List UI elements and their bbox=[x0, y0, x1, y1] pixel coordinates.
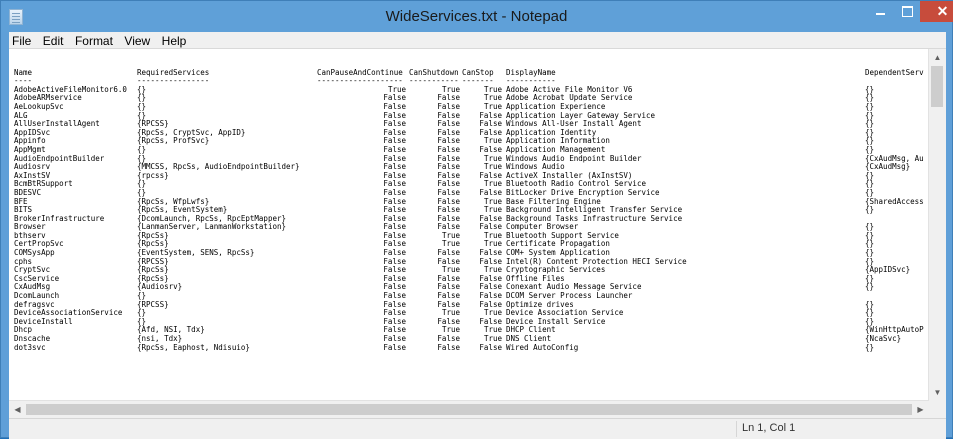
scroll-right-arrow-icon[interactable]: ▶ bbox=[912, 401, 929, 418]
horizontal-scroll-thumb[interactable] bbox=[26, 404, 912, 415]
cell-display-name: Wired AutoConfig bbox=[506, 342, 579, 352]
table-row: BcmBtRSupport{} False False True Bluetooth R… bbox=[14, 180, 924, 189]
scroll-left-arrow-icon[interactable]: ◀ bbox=[9, 401, 26, 418]
cell-required-services: ---------------- bbox=[137, 76, 210, 86]
cell-can-stop: False bbox=[479, 342, 502, 352]
horizontal-scrollbar[interactable]: ◀ ▶ bbox=[9, 400, 929, 418]
text-content[interactable]: Name RequiredServices CanPauseAndContinue C… bbox=[14, 60, 924, 401]
vertical-scrollbar[interactable]: ▲ ▼ bbox=[928, 49, 946, 401]
maximize-button[interactable] bbox=[894, 1, 920, 22]
text-editor[interactable]: Name RequiredServices CanPauseAndContinue C… bbox=[9, 48, 946, 418]
underline-line: ---- ---------------- ------------------- -… bbox=[14, 77, 924, 86]
cell-can-shutdown: False bbox=[437, 342, 460, 352]
cell-required-services: {RpcSs, ProfSvc} bbox=[137, 136, 210, 146]
menu-edit[interactable]: Edit bbox=[40, 33, 67, 49]
table-row: dot3svc {RpcSs, Eaphost, Ndisuio} False Fal… bbox=[14, 342, 924, 353]
vertical-scroll-thumb[interactable] bbox=[931, 66, 943, 107]
menu-bar: File Edit Format View Help bbox=[9, 32, 946, 48]
status-divider bbox=[736, 421, 737, 437]
table-row: AdobeARMservice{} False False True Adobe Acr… bbox=[14, 94, 924, 103]
cursor-position: Ln 1, Col 1 bbox=[742, 422, 796, 434]
table-row: AeLookupSvc{} False False True Application E… bbox=[14, 102, 924, 112]
table-row: AppMgmt{} False False False Application Mana… bbox=[14, 145, 924, 155]
minimize-button[interactable] bbox=[867, 1, 894, 22]
cell-dependent-services: {} bbox=[865, 282, 875, 292]
cell-required-services: {RpcSs, Eaphost, Ndisuio} bbox=[137, 342, 250, 352]
cell-dependent-services: {} bbox=[865, 342, 875, 352]
menu-format[interactable]: Format bbox=[72, 33, 116, 49]
table-row: DeviceAssociationService{} False True True D… bbox=[14, 309, 924, 318]
window-title: WideServices.txt - Notepad bbox=[385, 8, 568, 25]
menu-help[interactable]: Help bbox=[159, 33, 190, 49]
table-row: AdobeActiveFileMonitor6.0{} True True True A… bbox=[14, 85, 924, 95]
menu-file[interactable]: File bbox=[9, 33, 34, 49]
scroll-down-arrow-icon[interactable]: ▼ bbox=[929, 384, 946, 401]
cell-dependent-services: {} bbox=[865, 205, 875, 215]
menu-view[interactable]: View bbox=[121, 33, 153, 49]
table-row: CxAudMsg {Audiosrv} False False False Conexan… bbox=[14, 283, 924, 292]
scrollbar-corner bbox=[929, 401, 946, 418]
maximize-icon bbox=[901, 6, 913, 17]
cell-dependent-services: DependentServic bbox=[865, 67, 924, 77]
table-row: Appinfo {RpcSs, ProfSvc} False False True App… bbox=[14, 137, 924, 146]
table-row: AxInstSV {rpcss} False False False ActiveX In… bbox=[14, 171, 924, 181]
status-bar: Ln 1, Col 1 bbox=[9, 418, 946, 439]
scroll-up-arrow-icon[interactable]: ▲ bbox=[929, 49, 946, 66]
table-row: defragsvc {RPCSS} False False False Optimize … bbox=[14, 300, 924, 310]
minimize-icon bbox=[876, 13, 885, 15]
cell-can-pause: False bbox=[383, 342, 406, 352]
notepad-window: WideServices.txt - Notepad ✕ File Edit F… bbox=[0, 0, 953, 439]
title-bar[interactable]: WideServices.txt - Notepad ✕ bbox=[1, 1, 953, 32]
close-icon: ✕ bbox=[936, 3, 949, 19]
cell-name: dot3svc bbox=[14, 342, 46, 352]
close-button[interactable]: ✕ bbox=[920, 1, 953, 22]
